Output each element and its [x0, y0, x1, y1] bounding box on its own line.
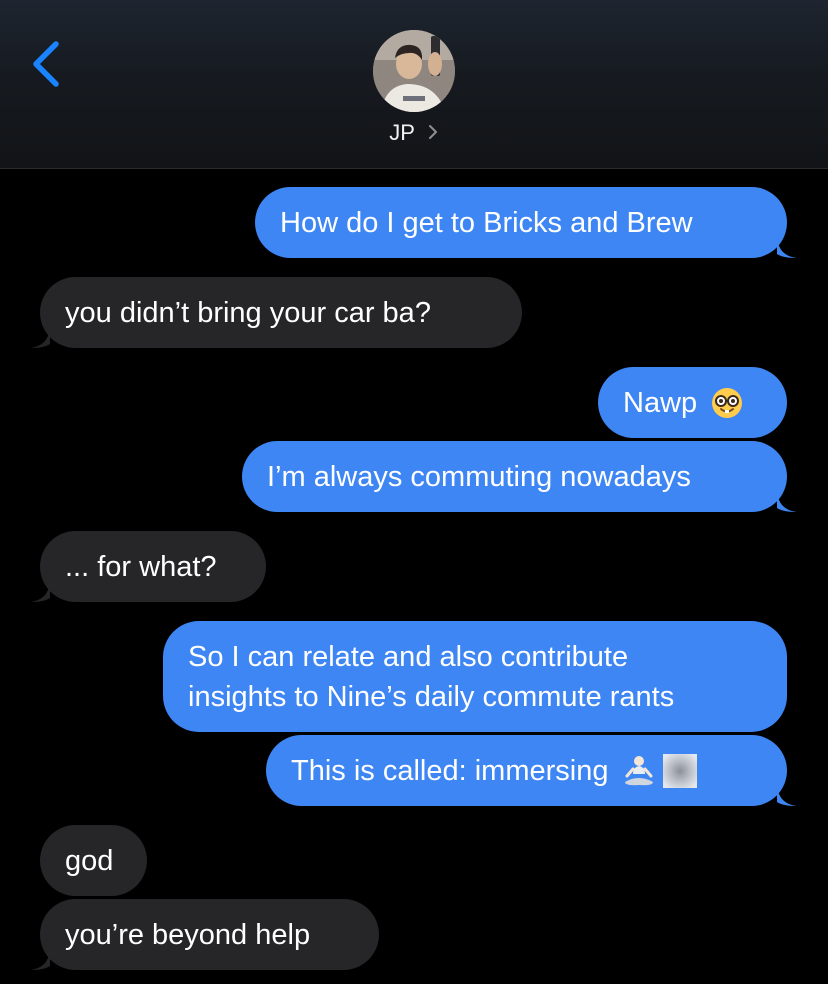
contact-avatar[interactable]	[373, 30, 455, 112]
back-button[interactable]	[24, 36, 72, 92]
bubble-tail	[30, 950, 50, 970]
message-text: you didn’t bring your car ba?	[65, 296, 431, 329]
message-text: I’m always commuting nowadays	[267, 460, 691, 493]
blurred-emoji	[663, 753, 698, 788]
message-line: insights to Nine’s daily commute rants	[188, 680, 675, 713]
incoming-message[interactable]: god	[40, 825, 147, 896]
message-line: So I can relate and also contribute	[188, 640, 629, 673]
message-text: This is called: immersing	[291, 754, 609, 787]
bubble-tail	[777, 492, 797, 512]
nerd-face-emoji	[712, 387, 743, 418]
contact-name: JP	[389, 120, 415, 145]
chevron-left-icon	[33, 41, 59, 87]
person-in-lotus-position-emoji	[625, 755, 654, 785]
outgoing-message[interactable]: How do I get to Bricks and Brew	[255, 187, 797, 258]
bubble-tail	[30, 328, 50, 348]
message-text: So I can relate and also contribute insi…	[188, 637, 674, 717]
incoming-message[interactable]: you didn’t bring your car ba?	[30, 277, 522, 348]
message-text: you’re beyond help	[65, 918, 311, 951]
contact-name-row[interactable]: JP	[0, 120, 828, 146]
outgoing-message[interactable]: This is called: immersing	[266, 735, 797, 806]
conversation-header: JP	[0, 0, 828, 169]
bubble-tail	[777, 786, 797, 806]
outgoing-message[interactable]: So I can relate and also contribute insi…	[163, 621, 787, 732]
incoming-message[interactable]: you’re beyond help	[30, 899, 379, 970]
bubble-tail	[30, 582, 50, 602]
message-text: How do I get to Bricks and Brew	[280, 206, 693, 239]
avatar-photo	[373, 30, 455, 112]
outgoing-message[interactable]: I’m always commuting nowadays	[242, 441, 797, 512]
bubble-tail	[777, 238, 797, 258]
message-text: ... for what?	[65, 550, 217, 583]
chevron-right-icon	[428, 125, 437, 139]
message-text: Nawp	[623, 386, 698, 419]
message-text: god	[65, 844, 114, 877]
outgoing-message[interactable]: Nawp	[598, 367, 787, 438]
incoming-message[interactable]: ... for what?	[30, 531, 266, 602]
